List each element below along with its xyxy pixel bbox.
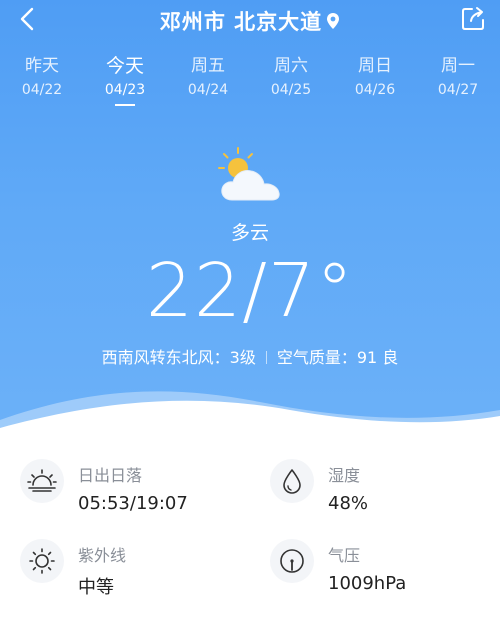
sunrise-sunset-label: 日出日落 <box>78 466 143 485</box>
day-date: 04/25 <box>270 82 312 98</box>
day-tab-active[interactable]: 今天 04/23 <box>85 54 165 106</box>
active-underline <box>115 104 135 106</box>
humidity-value: 48% <box>328 493 369 514</box>
gauge-icon <box>270 539 314 583</box>
sunrise-sunset-value: 05:53/19:07 <box>78 493 188 514</box>
sun-icon <box>20 539 64 583</box>
day-name: 周五 <box>191 56 225 76</box>
day-tab[interactable]: 周五 04/24 <box>168 54 248 101</box>
uv-cell: 紫外线 中等 <box>20 536 250 606</box>
wind-air-info: 西南风转东北风：3级 空气质量：91 良 <box>0 344 500 368</box>
weather-hero: 邓州市 北京大道 昨天 04/22 今天 04/23 周五 04/24 周六 0… <box>0 0 500 440</box>
day-tab[interactable]: 周日 04/26 <box>335 54 415 101</box>
weather-condition: 多云 <box>230 222 269 244</box>
day-name: 周一 <box>441 56 475 76</box>
day-date: 04/22 <box>21 82 63 98</box>
share-icon <box>462 7 484 30</box>
sunrise-sunset-cell: 日出日落 05:53/19:07 <box>20 456 250 526</box>
day-date: 04/23 <box>104 82 146 98</box>
wave-divider <box>0 391 500 440</box>
day-name: 今天 <box>105 55 144 77</box>
day-name: 周日 <box>358 56 392 76</box>
location-title[interactable]: 邓州市 北京大道 <box>0 6 500 36</box>
wind-text: 西南风转东北风：3级 <box>101 348 256 367</box>
day-date: 04/24 <box>187 82 229 98</box>
partly-cloudy-icon <box>218 147 280 201</box>
location-pin-icon <box>326 11 340 35</box>
uv-label: 紫外线 <box>78 546 127 565</box>
share-button[interactable] <box>460 6 486 32</box>
pressure-cell: 气压 1009hPa <box>270 536 500 606</box>
divider <box>265 351 267 364</box>
top-bar: 邓州市 北京大道 <box>0 0 500 40</box>
droplet-icon <box>270 459 314 503</box>
day-tabs: 昨天 04/22 今天 04/23 周五 04/24 周六 04/25 周日 0… <box>0 54 500 110</box>
location-name: 邓州市 北京大道 <box>159 10 323 34</box>
weather-details: 日出日落 05:53/19:07 湿度 48% 紫外线 中等 气压 1009hP… <box>0 450 500 620</box>
day-name: 昨天 <box>25 56 59 76</box>
day-name: 周六 <box>274 56 308 76</box>
humidity-label: 湿度 <box>328 466 361 485</box>
sunrise-icon <box>20 459 64 503</box>
uv-value: 中等 <box>78 577 114 598</box>
temperature-range: 22/7° <box>145 248 355 334</box>
day-tab[interactable]: 周六 04/25 <box>251 54 331 101</box>
humidity-cell: 湿度 48% <box>270 456 500 526</box>
day-tab[interactable]: 周一 04/27 <box>418 54 498 101</box>
day-tab[interactable]: 昨天 04/22 <box>2 54 82 101</box>
air-quality-text[interactable]: 空气质量：91 良 <box>277 348 398 367</box>
pressure-label: 气压 <box>328 546 361 565</box>
pressure-value: 1009hPa <box>328 573 407 594</box>
day-date: 04/27 <box>437 82 479 98</box>
day-date: 04/26 <box>354 82 396 98</box>
